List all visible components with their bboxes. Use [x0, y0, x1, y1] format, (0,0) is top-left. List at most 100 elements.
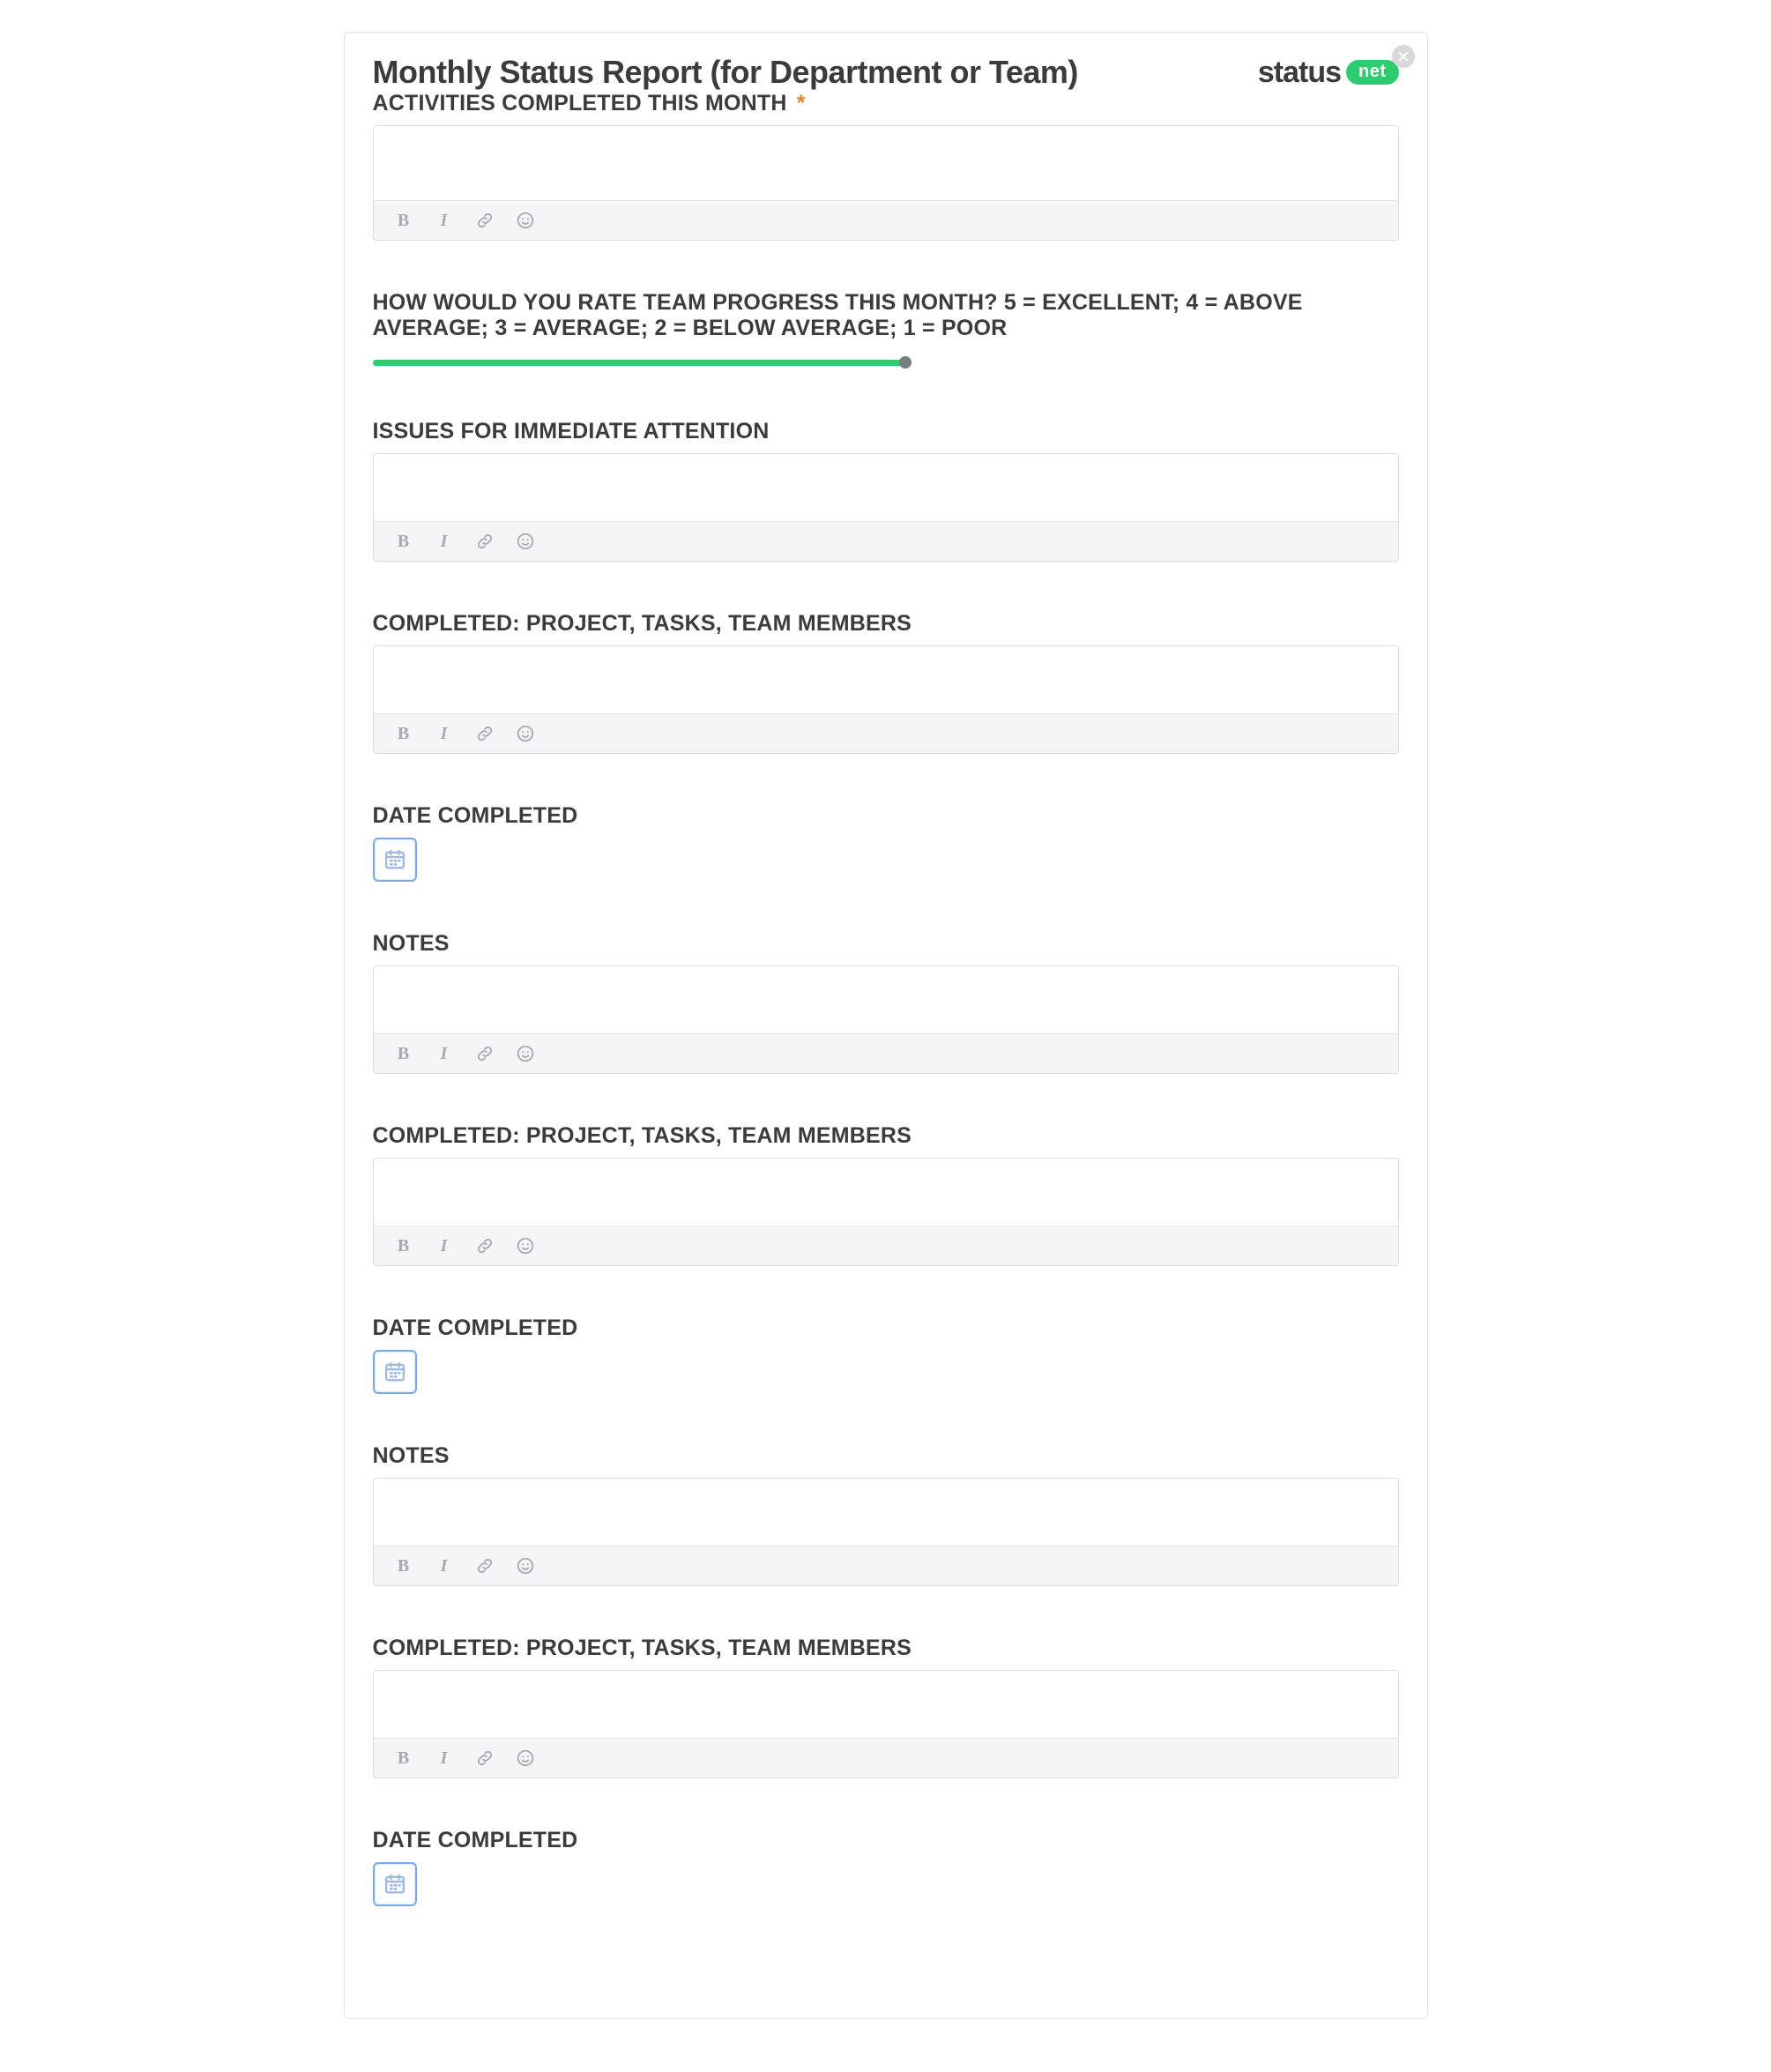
link-button[interactable]	[474, 723, 495, 744]
field-label: DATE COMPLETED	[373, 1828, 1399, 1853]
link-button[interactable]	[474, 1043, 495, 1064]
close-icon	[1398, 51, 1409, 62]
field-notes-1: NOTES B I	[373, 931, 1399, 1074]
field-date-3: DATE COMPLETED	[373, 1828, 1399, 1906]
label-text: ACTIVITIES COMPLETED THIS MONTH	[373, 91, 787, 116]
form-title: Monthly Status Report (for Department or…	[373, 54, 1078, 91]
field-label: ACTIVITIES COMPLETED THIS MONTH *	[373, 91, 1399, 116]
field-completed-2: COMPLETED: PROJECT, TASKS, TEAM MEMBERS …	[373, 1123, 1399, 1266]
smile-icon	[516, 1748, 535, 1768]
rating-slider[interactable]	[373, 355, 1399, 369]
link-button[interactable]	[474, 531, 495, 552]
field-completed-1: COMPLETED: PROJECT, TASKS, TEAM MEMBERS …	[373, 611, 1399, 754]
italic-button[interactable]: I	[434, 210, 455, 231]
rich-editor: B I	[373, 125, 1399, 241]
slider-track	[373, 360, 906, 366]
editor-toolbar: B I	[374, 200, 1398, 240]
field-label: DATE COMPLETED	[373, 803, 1399, 829]
issues-input[interactable]	[374, 454, 1398, 521]
completed2-input[interactable]	[374, 1159, 1398, 1226]
field-label: ISSUES FOR IMMEDIATE ATTENTION	[373, 419, 1399, 444]
field-issues: ISSUES FOR IMMEDIATE ATTENTION B I	[373, 419, 1399, 562]
brand-logo: status net	[1258, 56, 1399, 90]
link-button[interactable]	[474, 210, 495, 231]
link-icon	[475, 1748, 495, 1768]
emoji-button[interactable]	[515, 723, 536, 744]
editor-toolbar: B I	[374, 521, 1398, 561]
close-button[interactable]	[1392, 45, 1415, 68]
link-icon	[475, 1236, 495, 1256]
form-card: Monthly Status Report (for Department or…	[344, 32, 1428, 2019]
editor-toolbar: B I	[374, 1226, 1398, 1265]
calendar-icon	[383, 847, 407, 872]
activities-input[interactable]	[374, 126, 1398, 200]
link-icon	[475, 211, 495, 230]
date-picker-button[interactable]	[373, 1862, 417, 1906]
field-date-2: DATE COMPLETED	[373, 1315, 1399, 1394]
smile-icon	[516, 1556, 535, 1576]
editor-toolbar: B I	[374, 1033, 1398, 1073]
link-button[interactable]	[474, 1748, 495, 1769]
link-icon	[475, 724, 495, 743]
italic-button[interactable]: I	[434, 531, 455, 552]
completed1-input[interactable]	[374, 646, 1398, 713]
emoji-button[interactable]	[515, 1043, 536, 1064]
completed3-input[interactable]	[374, 1671, 1398, 1738]
italic-button[interactable]: I	[434, 1235, 455, 1256]
bold-button[interactable]: B	[393, 531, 414, 552]
bold-button[interactable]: B	[393, 210, 414, 231]
link-icon	[475, 1556, 495, 1576]
editor-toolbar: B I	[374, 713, 1398, 753]
rich-editor: B I	[373, 965, 1399, 1074]
field-notes-2: NOTES B I	[373, 1443, 1399, 1586]
rich-editor: B I	[373, 1158, 1399, 1266]
link-button[interactable]	[474, 1235, 495, 1256]
field-label: NOTES	[373, 1443, 1399, 1469]
header-row: Monthly Status Report (for Department or…	[373, 54, 1399, 91]
editor-toolbar: B I	[374, 1738, 1398, 1778]
italic-button[interactable]: I	[434, 1748, 455, 1769]
notes2-input[interactable]	[374, 1479, 1398, 1546]
bold-button[interactable]: B	[393, 1555, 414, 1576]
field-completed-3: COMPLETED: PROJECT, TASKS, TEAM MEMBERS …	[373, 1636, 1399, 1778]
smile-icon	[516, 724, 535, 743]
italic-button[interactable]: I	[434, 723, 455, 744]
link-icon	[475, 532, 495, 551]
field-rating: HOW WOULD YOU RATE TEAM PROGRESS THIS MO…	[373, 290, 1399, 369]
field-date-1: DATE COMPLETED	[373, 803, 1399, 882]
brand-word: status	[1258, 56, 1341, 90]
smile-icon	[516, 1044, 535, 1063]
emoji-button[interactable]	[515, 1235, 536, 1256]
field-label: COMPLETED: PROJECT, TASKS, TEAM MEMBERS	[373, 1636, 1399, 1661]
date-picker-button[interactable]	[373, 1350, 417, 1394]
bold-button[interactable]: B	[393, 1748, 414, 1769]
bold-button[interactable]: B	[393, 1235, 414, 1256]
field-label: DATE COMPLETED	[373, 1315, 1399, 1341]
notes1-input[interactable]	[374, 966, 1398, 1033]
bold-button[interactable]: B	[393, 723, 414, 744]
field-label: NOTES	[373, 931, 1399, 957]
field-label: COMPLETED: PROJECT, TASKS, TEAM MEMBERS	[373, 1123, 1399, 1149]
bold-button[interactable]: B	[393, 1043, 414, 1064]
emoji-button[interactable]	[515, 1555, 536, 1576]
italic-button[interactable]: I	[434, 1555, 455, 1576]
rich-editor: B I	[373, 1478, 1399, 1586]
slider-handle[interactable]	[899, 356, 912, 369]
emoji-button[interactable]	[515, 210, 536, 231]
calendar-icon	[383, 1360, 407, 1384]
date-picker-button[interactable]	[373, 838, 417, 882]
emoji-button[interactable]	[515, 531, 536, 552]
editor-toolbar: B I	[374, 1546, 1398, 1585]
calendar-icon	[383, 1872, 407, 1897]
link-icon	[475, 1044, 495, 1063]
rich-editor: B I	[373, 453, 1399, 562]
field-label: COMPLETED: PROJECT, TASKS, TEAM MEMBERS	[373, 611, 1399, 637]
italic-button[interactable]: I	[434, 1043, 455, 1064]
emoji-button[interactable]	[515, 1748, 536, 1769]
required-star: *	[797, 91, 806, 116]
smile-icon	[516, 532, 535, 551]
rich-editor: B I	[373, 1670, 1399, 1778]
field-activities: ACTIVITIES COMPLETED THIS MONTH * B I	[373, 91, 1399, 241]
smile-icon	[516, 211, 535, 230]
link-button[interactable]	[474, 1555, 495, 1576]
